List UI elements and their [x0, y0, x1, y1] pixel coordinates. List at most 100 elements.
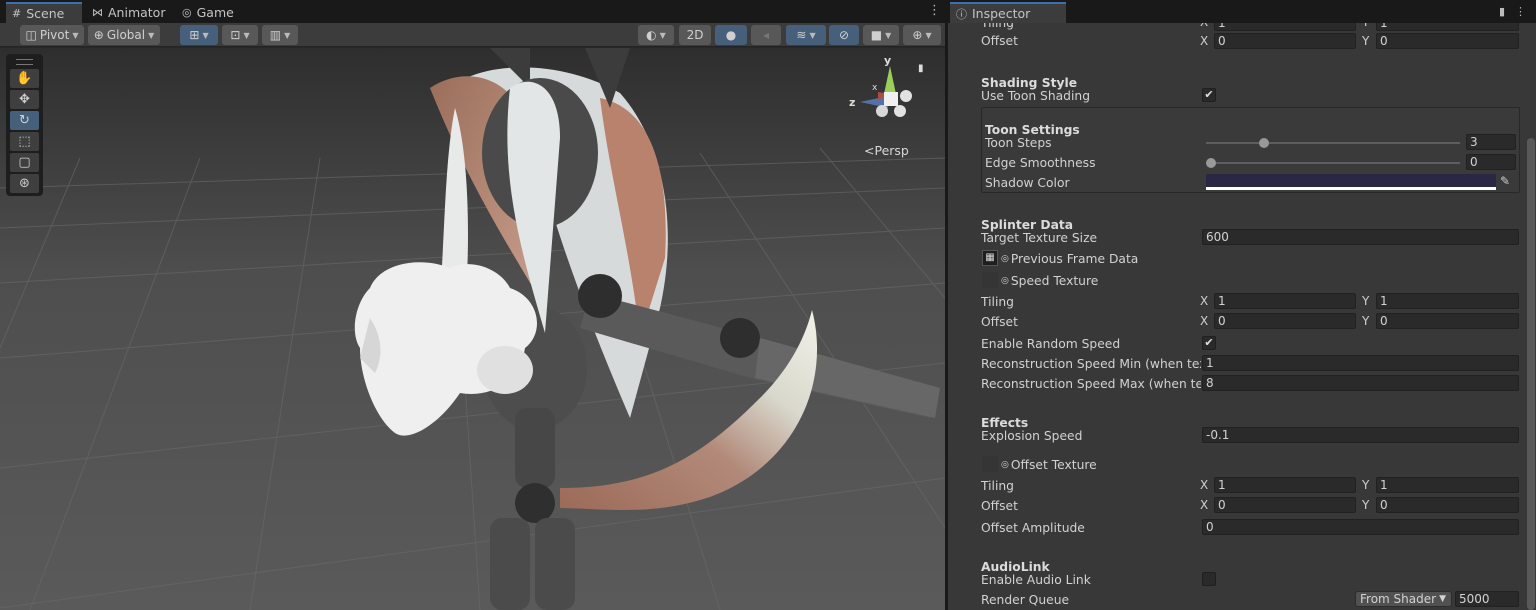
render-queue-field[interactable]: 5000	[1455, 591, 1519, 607]
use-toon-checkbox[interactable]: ✔	[1202, 88, 1216, 102]
scene-viewport[interactable]: y z x	[0, 48, 945, 610]
speed-texture-row[interactable]: ◎ Speed Texture	[1001, 272, 1098, 290]
tab-game-label: Game	[196, 5, 234, 20]
visibility-toggle[interactable]: ⊘	[829, 25, 859, 45]
hand-tool-icon[interactable]: ✋	[10, 69, 39, 88]
move-tool-icon[interactable]: ✥	[10, 90, 39, 109]
target-texture-size-field[interactable]: 600	[1202, 229, 1519, 245]
offset-x-field[interactable]: 0	[1214, 33, 1356, 49]
lock-icon[interactable]: ▮	[918, 63, 924, 74]
render-queue-mode-dropdown[interactable]: From Shader ▼	[1355, 591, 1452, 607]
offset-amplitude-field[interactable]: 0	[1202, 519, 1519, 535]
edge-smoothness-slider[interactable]	[1206, 162, 1460, 164]
inspector-scrollbar[interactable]	[1527, 138, 1535, 610]
object-picker-icon[interactable]: ◎	[1001, 254, 1009, 264]
shadow-color-swatch[interactable]	[1206, 174, 1496, 190]
projection-toggle[interactable]: <Persp	[864, 143, 909, 158]
tab-animator-label: Animator	[108, 5, 166, 20]
offset-amplitude-row: Offset Amplitude	[981, 519, 1085, 537]
info-icon: ⓘ	[956, 7, 967, 21]
edge-smoothness-field[interactable]: 0	[1466, 154, 1516, 170]
global-dropdown[interactable]: ⊕ Global ▼	[88, 25, 160, 45]
pivot-dropdown[interactable]: ◫ Pivot ▼	[20, 25, 84, 45]
tab-inspector-overlay[interactable]: ⓘ Inspector	[950, 2, 1066, 23]
previous-frame-data-row[interactable]: ◎ Previous Frame Data	[1001, 250, 1138, 268]
eyedropper-icon[interactable]: ✎	[1500, 174, 1510, 188]
tab-animator[interactable]: ⋈ Animator	[86, 2, 175, 23]
drag-handle[interactable]	[16, 59, 33, 65]
tiling-y-field[interactable]: 1	[1376, 477, 1519, 493]
lock-icon[interactable]: ▮	[1499, 5, 1505, 18]
toon-steps-field[interactable]: 3	[1466, 134, 1516, 150]
shaded-sphere-icon: ◐	[646, 28, 657, 42]
mode-2d-button[interactable]: 2D	[679, 25, 711, 45]
object-picker-icon[interactable]: ◎	[1001, 460, 1009, 470]
use-toon-label: Use Toon Shading	[981, 89, 1091, 103]
lighting-toggle[interactable]: ●	[715, 25, 747, 45]
tiling-x-field[interactable]: 1	[1214, 293, 1356, 309]
reconstruction-speed-max-field[interactable]: 8	[1202, 375, 1519, 391]
tab-scene[interactable]: # Scene	[6, 2, 82, 23]
speaker-icon: ◂	[762, 28, 770, 42]
camera-dropdown[interactable]: ■ ▼	[863, 25, 899, 45]
toon-steps-label: Toon Steps	[985, 136, 1052, 150]
previous-frame-data-label: Previous Frame Data	[1010, 252, 1139, 266]
ruler-button[interactable]: ▥ ▼	[262, 25, 298, 45]
offset-y-field[interactable]: 0	[1376, 313, 1519, 329]
effects-dropdown[interactable]: ≋ ▼	[786, 25, 826, 45]
offset-row: Offset	[981, 32, 1018, 50]
tiling-label: Tiling	[981, 479, 1014, 493]
draw-mode-dropdown[interactable]: ◐ ▼	[638, 25, 674, 45]
axis-x-label: X	[1200, 498, 1209, 512]
projection-label: Persp	[874, 143, 909, 158]
scale-tool-icon[interactable]: ⬚	[10, 132, 39, 151]
rect-tool-icon[interactable]: ▢	[10, 153, 39, 172]
offset-texture-row[interactable]: ◎ Offset Texture	[1001, 456, 1097, 474]
enable-audio-link-checkbox[interactable]	[1202, 572, 1216, 586]
offset-row-2: Offset	[981, 313, 1018, 331]
transform-tool-icon[interactable]: ⊛	[10, 174, 39, 193]
enable-random-speed-checkbox[interactable]: ✔	[1202, 336, 1216, 350]
scene-panel: # Scene ⋈ Animator ◎ Game ⋮ ◫ Pivot ▼ ⊕ …	[0, 0, 945, 610]
increment-snap-button[interactable]: ⊡ ▼	[222, 25, 258, 45]
orientation-gizmo[interactable]	[848, 56, 922, 130]
scene-menu-icon[interactable]: ⋮	[928, 4, 941, 17]
rotate-tool-icon[interactable]: ↻	[10, 111, 39, 130]
grid-snap-button[interactable]: ⊞ ▼	[180, 25, 218, 45]
render-queue-row: Render Queue	[981, 591, 1069, 609]
axis-y-label: Y	[1362, 294, 1370, 308]
tool-palette: ✋ ✥ ↻ ⬚ ▢ ⊛	[6, 54, 43, 196]
chevron-down-icon: ▼	[809, 30, 816, 40]
pivot-icon: ◫	[25, 28, 37, 42]
audio-toggle[interactable]: ◂	[751, 25, 781, 45]
empty-texture-slot[interactable]	[982, 272, 998, 288]
edge-smoothness-slider-knob[interactable]	[1206, 158, 1216, 168]
tiling-y-field[interactable]: 1	[1376, 293, 1519, 309]
empty-texture-slot[interactable]	[982, 456, 998, 472]
offset-x-field[interactable]: 0	[1214, 313, 1356, 329]
pivot-label: Pivot	[39, 28, 70, 42]
offset-y-field[interactable]: 0	[1376, 33, 1519, 49]
offset-y-field[interactable]: 0	[1376, 497, 1519, 513]
toon-steps-slider[interactable]	[1206, 142, 1460, 144]
offset-x-field[interactable]: 0	[1214, 497, 1356, 513]
reconstruction-speed-min-label: Reconstruction Speed Min (when textu	[981, 357, 1201, 371]
menu-icon[interactable]: ⋮	[1515, 5, 1526, 18]
axis-x-label: X	[1200, 294, 1209, 308]
edge-smoothness-label: Edge Smoothness	[985, 156, 1096, 170]
tab-game[interactable]: ◎ Game	[176, 2, 244, 23]
tiling-x-field[interactable]: 1	[1214, 477, 1356, 493]
reconstruction-speed-min-field[interactable]: 1	[1202, 355, 1519, 371]
object-picker-icon[interactable]: ◎	[1001, 276, 1009, 286]
global-label: Global	[106, 28, 146, 42]
explosion-speed-label: Explosion Speed	[981, 429, 1083, 443]
lightbulb-icon: ●	[725, 28, 737, 42]
scene-tab-bar: # Scene ⋈ Animator ◎ Game ⋮	[0, 0, 945, 23]
chevron-down-icon: ▼	[243, 30, 250, 40]
gizmos-dropdown[interactable]: ⊕ ▼	[903, 25, 941, 45]
explosion-speed-field[interactable]: -0.1	[1202, 427, 1519, 443]
texture-thumbnail-icon[interactable]: ▦	[982, 250, 998, 266]
offset-amplitude-label: Offset Amplitude	[981, 521, 1085, 535]
enable-audio-link-label: Enable Audio Link	[981, 573, 1091, 587]
layers-icon: ≋	[796, 28, 807, 42]
